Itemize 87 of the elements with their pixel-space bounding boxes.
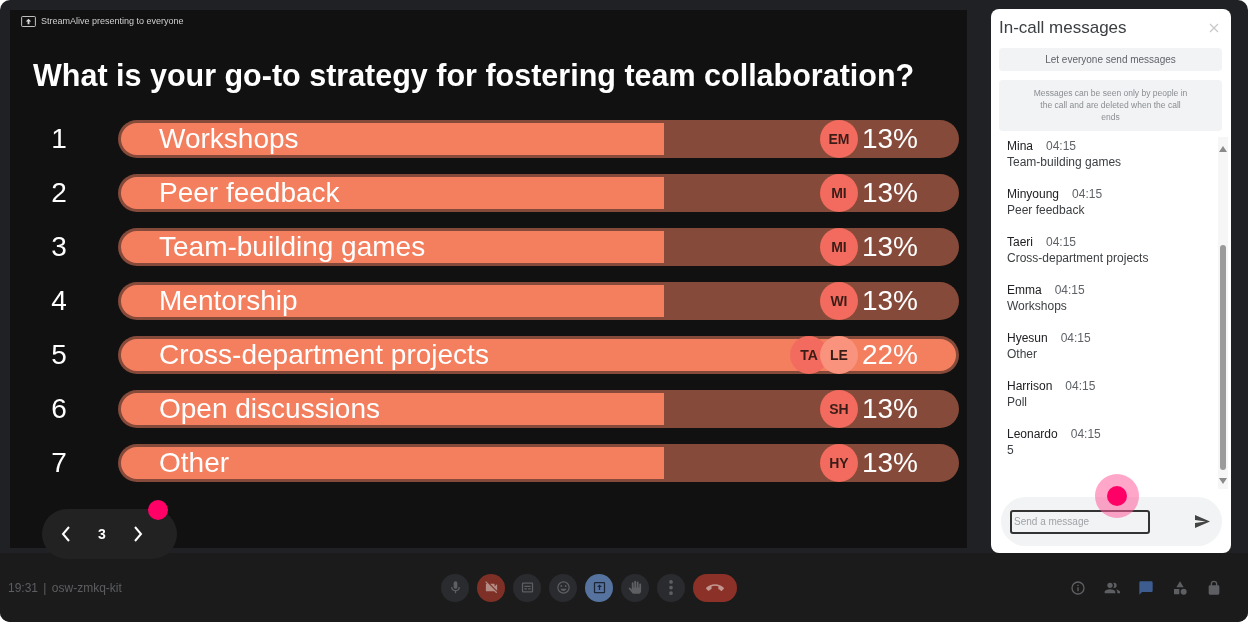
vote-percentage: 13% <box>861 447 918 479</box>
meeting-info: 19:31 | osw-zmkq-kit <box>7 580 123 595</box>
voter-avatar: EM <box>819 120 858 158</box>
message-sender: Harrison <box>1007 379 1053 393</box>
chat-notice: Messages can be seen only by people in the call and are deleted when the call ends <box>999 80 1222 131</box>
message-text: Workshops <box>1007 298 1068 314</box>
shapes-icon[interactable] <box>1172 579 1188 596</box>
presenter-label: StreamAlive presenting to everyone <box>41 16 184 27</box>
message-time: 04:15 <box>1060 331 1091 345</box>
message-text: 5 <box>1007 442 1015 458</box>
message-time: 04:15 <box>1072 187 1103 201</box>
voter-avatar: SH <box>819 390 858 428</box>
lock-icon[interactable] <box>1206 579 1222 596</box>
slide-number: 3 <box>97 526 107 542</box>
scrollbar-thumb[interactable] <box>1220 245 1226 470</box>
message-sender: Hyesun <box>1007 331 1048 345</box>
camera-off-icon <box>483 580 499 595</box>
option-number: 2 <box>50 176 68 210</box>
option-number: 6 <box>50 392 68 426</box>
message-input[interactable]: Send a message <box>1010 509 1150 534</box>
poll-option-label: Cross-department projects <box>159 339 489 371</box>
message-sender: Mina <box>1007 139 1033 153</box>
present-button[interactable] <box>585 573 613 602</box>
option-number: 7 <box>50 446 68 480</box>
message-sender: Minyoung <box>1007 187 1060 201</box>
poll-option-label: Open discussions <box>159 393 380 425</box>
smiley-icon <box>555 580 571 595</box>
message-sender: Taeri <box>1007 235 1033 249</box>
vote-percentage: 13% <box>861 177 918 209</box>
reactions-button[interactable] <box>549 573 577 602</box>
microphone-button[interactable] <box>441 573 469 602</box>
message-sender: Emma <box>1007 283 1042 297</box>
captions-icon <box>519 580 535 595</box>
message-text: Poll <box>1007 394 1028 410</box>
message-time: 04:15 <box>1046 139 1077 153</box>
message-time: 04:15 <box>1065 379 1096 393</box>
close-icon[interactable] <box>1209 23 1219 33</box>
message-time: 04:15 <box>1070 427 1101 441</box>
option-number: 4 <box>50 284 68 318</box>
vote-percentage: 13% <box>861 285 918 317</box>
hand-icon <box>627 580 643 595</box>
voter-avatar: LE <box>819 336 858 374</box>
option-number: 3 <box>50 230 68 264</box>
allow-messages-button[interactable]: Let everyone send messages <box>999 48 1222 71</box>
phone-icon <box>706 583 724 592</box>
voter-avatar: WI <box>819 282 858 320</box>
raise-hand-button[interactable] <box>621 573 649 602</box>
chat-bubble-icon[interactable] <box>1138 579 1154 596</box>
vote-percentage: 13% <box>861 123 918 155</box>
vote-percentage: 13% <box>861 231 918 263</box>
vote-percentage: 22% <box>861 339 918 371</box>
click-indicator-icon <box>1095 474 1139 518</box>
send-icon[interactable] <box>1195 515 1210 528</box>
option-number: 5 <box>50 338 68 372</box>
option-number: 1 <box>50 122 68 156</box>
poll-option-label: Team-building games <box>159 231 426 263</box>
poll-option-label: Other <box>159 447 230 479</box>
screen-share-icon <box>21 16 36 27</box>
voter-avatar: MI <box>819 228 858 266</box>
captions-button[interactable] <box>513 573 541 602</box>
message-text: Cross-department projects <box>1007 250 1150 266</box>
screen-arrow-icon <box>591 580 607 595</box>
three-dots-icon <box>669 580 673 595</box>
message-time: 04:15 <box>1054 283 1085 297</box>
chevron-right-icon[interactable] <box>133 526 143 542</box>
chevron-left-icon[interactable] <box>61 526 71 542</box>
poll-option-label: Mentorship <box>159 285 298 317</box>
info-icon[interactable] <box>1070 579 1086 596</box>
poll-option-label: Peer feedback <box>159 177 340 209</box>
click-indicator-icon <box>148 500 168 520</box>
more-options-button[interactable] <box>657 573 685 602</box>
voter-avatar: MI <box>819 174 858 212</box>
message-text: Other <box>1007 346 1038 362</box>
message-time: 04:15 <box>1046 235 1077 249</box>
scroll-up-arrow-icon[interactable] <box>1219 146 1227 152</box>
chat-title: In-call messages <box>999 19 1127 37</box>
scroll-down-arrow-icon[interactable] <box>1219 478 1227 484</box>
vote-percentage: 13% <box>861 393 918 425</box>
poll-option-label: Workshops <box>159 123 299 155</box>
voter-avatar: HY <box>819 444 858 482</box>
message-text: Peer feedback <box>1007 202 1086 218</box>
message-sender: Leonardo <box>1007 427 1058 441</box>
end-call-button[interactable] <box>693 573 737 602</box>
camera-button[interactable] <box>477 573 505 602</box>
message-text: Team-building games <box>1007 154 1123 170</box>
scrollbar[interactable] <box>1218 137 1228 489</box>
poll-question: What is your go-to strategy for fostering team collaboration? <box>33 57 916 93</box>
